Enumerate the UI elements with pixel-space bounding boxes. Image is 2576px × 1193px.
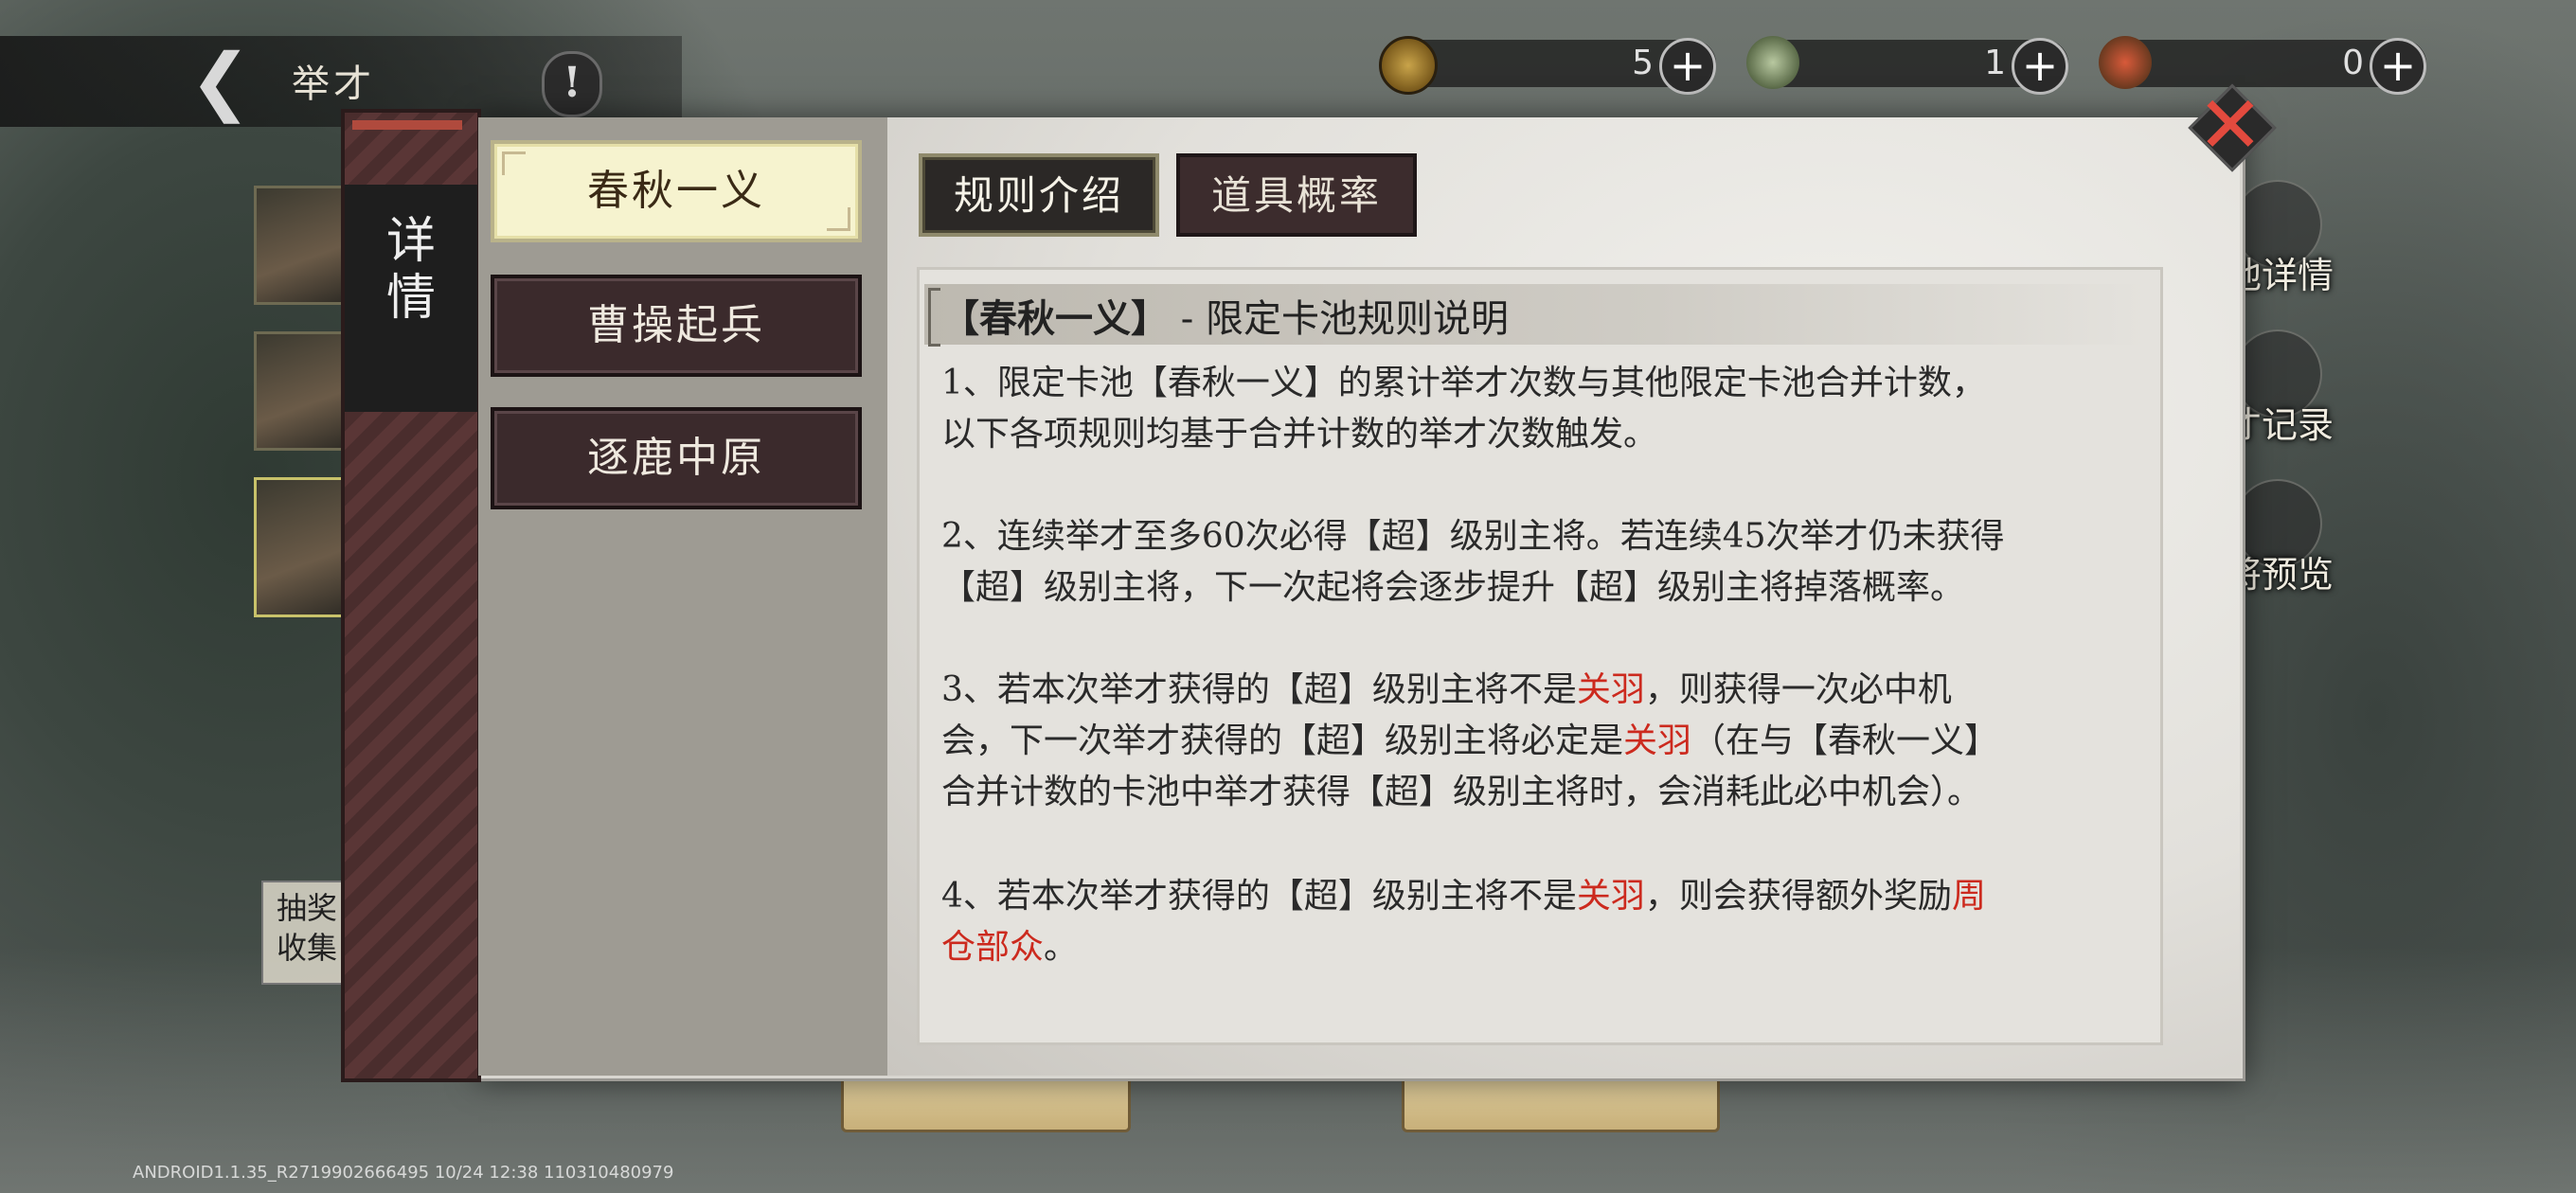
category-chunqiu-yiyi[interactable]: 春秋一义	[491, 140, 862, 242]
tab-item-probability[interactable]: 道具概率	[1176, 153, 1417, 237]
add-token-button[interactable]: +	[2370, 38, 2426, 95]
reward-highlight: 周	[1951, 877, 1986, 916]
rules-title-pool: 【春秋一义】	[941, 296, 1169, 341]
jade-count: 1	[1984, 44, 2006, 82]
resource-coin: 5 +	[1379, 36, 1716, 95]
rule-3-text: 会，下一次举才获得的【超】级别主将必定是	[941, 721, 1624, 760]
coin-icon	[1379, 36, 1438, 95]
rule-4-line-1: 4、若本次举才获得的【超】级别主将不是关羽，则会获得额外奖励周	[941, 871, 2163, 922]
rule-4-text: 。	[1044, 928, 1079, 967]
rule-2-line-2: 【超】级别主将，下一次起将会逐步提升【超】级别主将掉落概率。	[941, 568, 1965, 607]
bracket-ornament	[928, 288, 940, 347]
tab-accent	[352, 120, 462, 130]
info-button[interactable]: !	[542, 51, 602, 117]
rule-paragraph-3: 3、若本次举才获得的【超】级别主将不是关羽，则获得一次必中机 会，下一次举才获得…	[941, 665, 2163, 818]
category-zhulu-zhongyuan[interactable]: 逐鹿中原	[491, 407, 862, 509]
red-token-icon	[2099, 36, 2152, 89]
rule-3-line-3: 合并计数的卡池中举才获得【超】级别主将时，会消耗此必中机会）。	[941, 773, 1982, 811]
rule-3-text: ，则获得一次必中机	[1644, 670, 1952, 709]
details-side-tab[interactable]: 详 情	[341, 109, 481, 1082]
rule-1-line-1: 1、限定卡池【春秋一义】的累计举才次数与其他限定卡池合并计数，	[941, 364, 1986, 402]
page-title: 举才	[292, 62, 375, 106]
rule-1-line-2: 以下各项规则均基于合并计数的举才次数触发。	[941, 415, 1658, 454]
rule-paragraph-1: 1、限定卡池【春秋一义】的累计举才次数与其他限定卡池合并计数， 以下各项规则均基…	[941, 358, 2163, 460]
rules-title-rest: - 限定卡池规则说明	[1180, 297, 1509, 341]
category-caocao-qibing[interactable]: 曹操起兵	[491, 275, 862, 377]
details-tab-char-1: 详	[385, 213, 436, 270]
details-tab-label: 详 情	[345, 185, 477, 412]
rule-paragraph-4: 4、若本次举才获得的【超】级别主将不是关羽，则会获得额外奖励周 仓部众。	[941, 871, 2163, 973]
coin-count: 5	[1632, 44, 1654, 82]
category-panel	[478, 117, 887, 1076]
note-line-2: 收集	[276, 930, 337, 966]
rules-title: 【春秋一义】 - 限定卡池规则说明	[941, 288, 1509, 343]
token-count: 0	[2342, 44, 2364, 82]
hero-name-highlight: 关羽	[1623, 721, 1692, 760]
rule-3-text: （在与【春秋一义】	[1691, 721, 1999, 760]
resource-token: 0 +	[2099, 36, 2426, 95]
close-button[interactable]: ✕	[2186, 79, 2277, 172]
rule-4-line-2: 仓部众。	[941, 922, 2163, 973]
category-label: 曹操起兵	[587, 301, 765, 349]
close-icon: ✕	[2196, 79, 2264, 171]
build-info: ANDROID1.1.35_R2719902666495 10/24 12:38…	[133, 1163, 674, 1183]
hero-name-highlight: 关羽	[1576, 877, 1645, 916]
add-jade-button[interactable]: +	[2012, 38, 2068, 95]
tab-rules[interactable]: 规则介绍	[919, 153, 1159, 237]
rule-3-line-2: 会，下一次举才获得的【超】级别主将必定是关羽（在与【春秋一义】	[941, 716, 2163, 767]
details-tab-char-2: 情	[385, 270, 436, 327]
rule-3-line-1: 3、若本次举才获得的【超】级别主将不是关羽，则获得一次必中机	[941, 665, 2163, 716]
note-line-1: 抽奖	[276, 890, 337, 926]
hero-thumbnail[interactable]	[254, 331, 354, 451]
hero-thumbnail[interactable]	[254, 186, 354, 305]
resource-jade: 1 +	[1746, 36, 2068, 95]
rule-paragraph-2: 2、连续举才至多60次必得【超】级别主将。若连续45次举才仍未获得 【超】级别主…	[941, 511, 2163, 614]
rule-4-text: 4、若本次举才获得的【超】级别主将不是	[941, 877, 1577, 916]
rule-2-line-1: 2、连续举才至多60次必得【超】级别主将。若连续45次举才仍未获得	[941, 517, 2005, 556]
rule-3-text: 3、若本次举才获得的【超】级别主将不是	[941, 670, 1577, 709]
corner-ornament	[502, 151, 526, 175]
reward-highlight: 仓部众	[941, 928, 1045, 967]
add-coin-button[interactable]: +	[1659, 38, 1716, 95]
category-label: 春秋一义	[587, 167, 765, 215]
corner-ornament	[827, 207, 850, 231]
category-label: 逐鹿中原	[587, 434, 765, 482]
jade-icon	[1746, 36, 1799, 89]
hero-thumbnail-selected[interactable]	[254, 477, 354, 617]
rule-4-text: ，则会获得额外奖励	[1644, 877, 1952, 916]
lottery-collect-note[interactable]: 抽奖 收集	[261, 881, 352, 985]
back-arrow-icon[interactable]: ❮	[189, 45, 275, 118]
hero-name-highlight: 关羽	[1576, 670, 1645, 709]
